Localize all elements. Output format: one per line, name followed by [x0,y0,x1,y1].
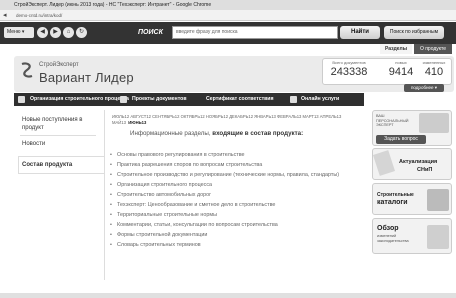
draft-docs-icon [120,96,127,103]
nav-online-services[interactable]: Онлайн услуги [301,93,339,106]
archive-months-line1[interactable]: ИЮЛЬ12 АВГУСТ12 СЕНТЯБРЬ12 ОКТЯБРЬ12 НОЯ… [112,114,358,120]
favorites-search-button[interactable]: Поиск по избранным [384,26,444,39]
list-item[interactable]: Словарь строительных терминов [108,242,364,249]
search-label: ПОИСК [138,29,163,36]
expert-photo-icon [419,113,449,133]
search-input[interactable]: введите фразу для поиска [172,26,338,39]
status-bar [0,293,456,298]
nav-organization[interactable]: Организация строительного процесса [30,93,129,106]
brand-small: СтройЭксперт [39,62,79,68]
brand-logo-icon [21,62,33,78]
snip-line1: Актуализация [399,159,438,165]
refresh-icon[interactable]: ↻ [76,27,87,38]
info-title-bold: входящие в состав продукта: [212,130,304,137]
list-item[interactable]: Строительное производство и регулировани… [108,172,364,179]
sidebar-item-news[interactable]: Новости [22,140,45,148]
list-item[interactable]: Основы правового регулирования в строите… [108,152,364,159]
ask-question-button[interactable]: Задать вопрос [376,135,426,144]
organization-icon [18,96,25,103]
address-bar[interactable]: demo-cntd.ru/intra/kod/ [0,10,456,21]
details-button[interactable]: подробнее ▾ [404,84,444,92]
sidebar-item-product-contents[interactable]: Состав продукта [22,161,72,169]
ask-expert-banner[interactable]: ВАШ ПЕРСОНАЛЬНЫЙ ЭКСПЕРТ Задать вопрос [372,110,452,146]
catalogs-banner[interactable]: Строительные каталоги [372,183,452,215]
back-icon[interactable]: ◀ [37,27,48,38]
url-text: demo-cntd.ru/intra/kod/ [16,13,63,18]
stat-changed-value: 410 [424,66,444,78]
sections-list: Основы правового регулирования в строите… [108,152,364,252]
list-item[interactable]: Территориальные строительные нормы [108,212,364,219]
forward-icon[interactable]: ▶ [50,27,61,38]
list-item[interactable]: Техэксперт: Ценообразование и сметное де… [108,202,364,209]
monitor-icon [290,96,297,103]
snip-line2: СНиП [417,167,433,173]
list-item[interactable]: Комментарии, статьи, консультации по воп… [108,222,364,229]
stat-new-value: 9414 [388,66,414,78]
stat-total-label: Всего документов [332,60,366,65]
list-item[interactable]: Практика разрешения споров по вопросам с… [108,162,364,169]
stat-new-label: новых [395,60,407,65]
nav-draft-documents[interactable]: Проекты документов [132,93,187,106]
ruler-icon [372,150,396,176]
law-changes-banner[interactable]: Обзор изменений законодательства [372,218,452,254]
archive-months: ИЮЛЬ12 АВГУСТ12 СЕНТЯБРЬ12 ОКТЯБРЬ12 НОЯ… [112,114,358,126]
list-item[interactable]: Строительство автомобильных дорог [108,192,364,199]
stat-total-value: 243338 [330,66,368,78]
info-sections-title: Информационные разделы, входящие в соста… [130,130,360,137]
sidebar-divider [20,135,96,136]
ask-expert-caption: ВАШ ПЕРСОНАЛЬНЫЙ ЭКСПЕРТ [376,114,409,127]
find-button[interactable]: Найти [340,26,380,39]
tab-sections[interactable]: Разделы [380,44,412,54]
review-line1: Обзор [377,225,399,232]
sidebar-item-new-arrivals[interactable]: Новые поступления в продукт [22,116,86,132]
info-title-plain: Информационные разделы, [130,130,213,137]
snip-banner[interactable]: Актуализация СНиП [372,148,452,180]
window-title: СтройЭксперт. Лидер (июнь 2013 года) - Н… [14,2,212,8]
menu-button[interactable]: Меню ▾ [4,27,34,38]
menu-button-label: Меню [7,29,21,35]
home-icon[interactable]: ⌂ [63,27,74,38]
nav-certificate[interactable]: Сертификат соответствия [206,93,274,106]
archive-current-month[interactable]: ИЮНЬ13 [128,120,146,125]
review-line2: изменений законодательства [377,234,409,243]
catalogs-line2: каталоги [377,199,408,206]
brand-title: Вариант Лидер [39,70,134,85]
list-item[interactable]: Организация строительного процесса [108,182,364,189]
catalogs-line1: Строительные [377,192,414,198]
back-arrow-icon[interactable]: ◂ [3,12,11,19]
list-item[interactable]: Формы строительной документации [108,232,364,239]
tab-about-product[interactable]: О продукте [414,44,452,54]
window-title-bar: СтройЭксперт. Лидер (июнь 2013 года) - Н… [0,0,456,10]
stat-changed-label: измененных [422,60,446,65]
catalog-book-icon [427,189,449,211]
archive-months-line2[interactable]: МАЙ13 [112,120,126,125]
coat-of-arms-icon [427,225,449,249]
